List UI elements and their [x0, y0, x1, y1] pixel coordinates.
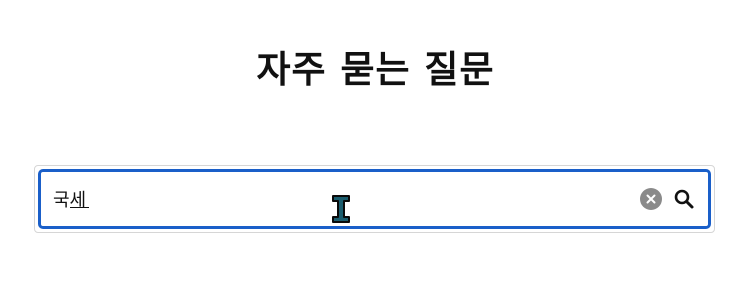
search-icon [674, 189, 694, 209]
clear-icon [646, 194, 656, 204]
page-title: 자주 묻는 질문 [256, 48, 495, 91]
search-box [38, 169, 711, 229]
search-input[interactable] [53, 186, 613, 212]
clear-search-button[interactable] [640, 188, 662, 210]
ime-composition-underline [70, 207, 89, 208]
search-button[interactable] [673, 188, 695, 210]
faq-page: 자주 묻는 질문 [0, 0, 751, 306]
